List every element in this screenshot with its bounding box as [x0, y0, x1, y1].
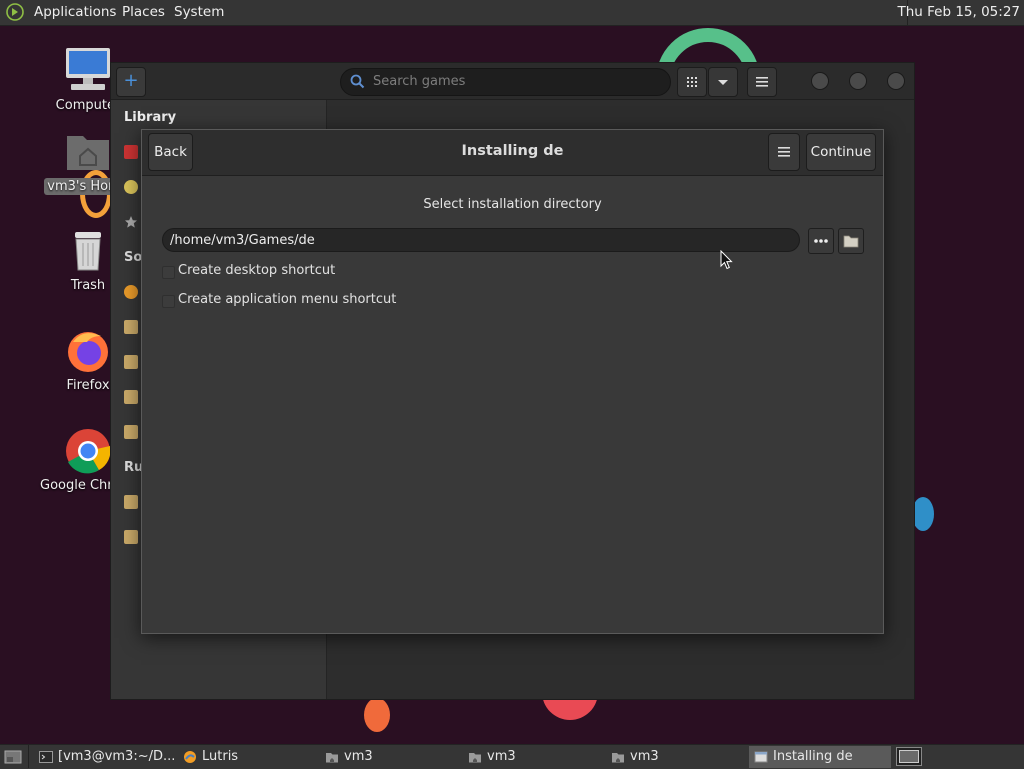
more-options-button[interactable]: [808, 228, 834, 254]
main-menu-button[interactable]: [747, 67, 777, 97]
top-panel: Applications Places System Thu Feb 15, 0…: [0, 0, 1024, 26]
package-icon[interactable]: [124, 355, 138, 369]
back-button[interactable]: Back: [148, 133, 193, 171]
lutris-source-icon[interactable]: [124, 285, 138, 299]
hamburger-icon: [778, 147, 790, 157]
maximize-button[interactable]: [849, 72, 867, 90]
terminal-icon: [39, 751, 53, 763]
menu-shortcut-checkbox[interactable]: [162, 295, 175, 308]
menu-shortcut-label[interactable]: Create application menu shortcut: [178, 292, 396, 307]
sidebar-item-recent[interactable]: [124, 180, 138, 194]
lutris-headerbar: + Search games: [111, 63, 914, 100]
places-menu[interactable]: Places: [122, 4, 165, 20]
chrome-icon: [66, 429, 111, 474]
lutris-icon: [184, 751, 196, 763]
task-label: vm3: [344, 749, 373, 764]
package-icon[interactable]: [124, 390, 138, 404]
task-label: Lutris: [202, 749, 239, 764]
task-vm3-folder-2[interactable]: vm3: [463, 746, 603, 768]
trash-icon: [75, 232, 101, 271]
hamburger-icon: [756, 77, 768, 87]
sidebar-sources-heading: So: [124, 250, 143, 265]
add-game-button[interactable]: +: [116, 67, 146, 97]
sidebar-item-games[interactable]: [124, 145, 138, 159]
firefox-icon: [68, 332, 108, 372]
workspace-switcher[interactable]: [896, 747, 922, 766]
install-dialog: Installing de Back Continue Select insta…: [141, 129, 884, 634]
folder-home-icon: [612, 753, 624, 763]
minimize-button[interactable]: [811, 72, 829, 90]
close-button[interactable]: [887, 72, 905, 90]
search-icon: [350, 74, 365, 89]
window-icon: [754, 751, 768, 763]
search-placeholder: Search games: [373, 74, 466, 89]
dialog-headerbar: Installing de Back Continue: [142, 130, 883, 176]
continue-button[interactable]: Continue: [806, 133, 876, 171]
package-icon[interactable]: [124, 320, 138, 334]
computer-icon: [66, 48, 110, 90]
folder-home-icon: [469, 753, 481, 763]
workspace-1[interactable]: [899, 750, 919, 763]
search-games-field[interactable]: Search games: [340, 68, 671, 96]
task-vm3-folder-3[interactable]: vm3: [606, 746, 746, 768]
clock[interactable]: Thu Feb 15, 05:27: [897, 4, 1020, 20]
desktop-shortcut-label[interactable]: Create desktop shortcut: [178, 263, 335, 278]
browse-folder-button[interactable]: [838, 228, 864, 254]
grid-view-button[interactable]: [677, 67, 707, 97]
task-terminal[interactable]: [vm3@vm3:~/D...: [34, 746, 176, 768]
view-dropdown-button[interactable]: [708, 67, 738, 97]
show-desktop-icon[interactable]: [4, 749, 22, 765]
package-icon[interactable]: [124, 425, 138, 439]
folder-home-icon: [326, 753, 338, 763]
task-lutris[interactable]: Lutris: [178, 746, 318, 768]
install-directory-input[interactable]: [162, 228, 800, 252]
select-directory-label: Select installation directory: [423, 197, 602, 212]
star-icon[interactable]: [124, 215, 138, 229]
applications-menu[interactable]: Applications: [34, 4, 116, 20]
sidebar-library-heading: Library: [124, 110, 177, 125]
system-menu[interactable]: System: [174, 4, 224, 20]
package-icon[interactable]: [124, 495, 138, 509]
plus-icon: +: [123, 70, 139, 91]
dialog-menu-button[interactable]: [768, 133, 800, 171]
task-label: Installing de: [773, 749, 853, 764]
task-installing[interactable]: Installing de: [749, 746, 891, 768]
task-vm3-folder-1[interactable]: vm3: [320, 746, 460, 768]
folder-icon: [843, 235, 859, 248]
wallpaper-bubble-teal: [912, 497, 934, 531]
bottom-panel: [vm3@vm3:~/D... Lutris vm3 vm3 vm3 Insta…: [0, 744, 1024, 769]
task-label: vm3: [487, 749, 516, 764]
wallpaper-bubble-orange: [364, 698, 390, 732]
desktop-shortcut-checkbox[interactable]: [162, 266, 175, 279]
grid-icon: [687, 77, 697, 87]
ellipsis-icon: [814, 239, 828, 243]
package-icon[interactable]: [124, 530, 138, 544]
mint-logo-icon[interactable]: [6, 3, 24, 21]
mouse-cursor-icon: [720, 250, 733, 270]
task-label: [vm3@vm3:~/D...: [58, 749, 176, 764]
home-folder-icon: [67, 136, 109, 170]
taskbar-separator: [28, 745, 29, 768]
chevron-down-icon: [718, 80, 728, 85]
task-label: vm3: [630, 749, 659, 764]
